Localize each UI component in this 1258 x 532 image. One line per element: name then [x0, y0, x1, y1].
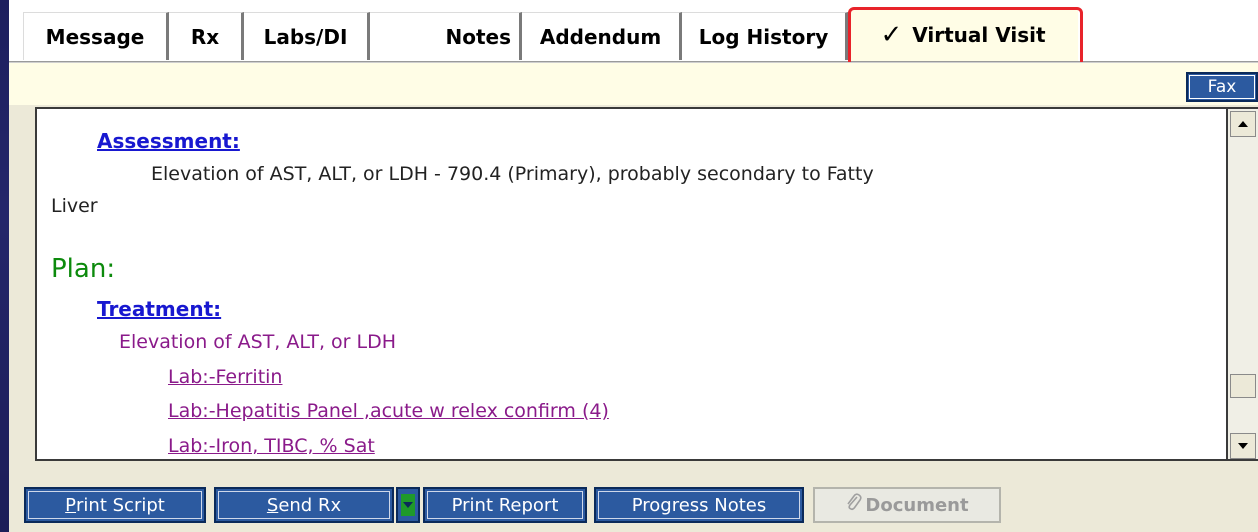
treatment-item: Elevation of AST, ALT, or LDH: [119, 331, 397, 353]
scroll-down-arrow-icon[interactable]: [1230, 433, 1256, 459]
tab-labs-di[interactable]: Labs/DI: [244, 12, 370, 60]
scroll-up-arrow-icon[interactable]: [1230, 111, 1256, 137]
print-report-label: Print Report: [451, 494, 559, 516]
print-script-label: rint Script: [76, 494, 165, 516]
tab-addendum-label: Addendum: [539, 24, 662, 49]
note-toolbar: [9, 62, 1258, 105]
tab-rx[interactable]: Rx: [169, 12, 244, 60]
treatment-heading[interactable]: Treatment:: [97, 297, 221, 321]
tab-virtual-visit-label: Virtual Visit: [912, 23, 1046, 47]
send-rx-mnemonic: S: [266, 494, 279, 516]
fax-button-label: Fax: [1207, 77, 1237, 97]
assessment-heading[interactable]: Assessment:: [97, 129, 240, 153]
print-script-mnemonic: P: [65, 494, 77, 516]
tab-addendum[interactable]: Addendum: [522, 12, 682, 60]
tab-notes-label: Notes: [445, 24, 511, 49]
document-button[interactable]: Document: [813, 487, 1001, 523]
assessment-text-line2: Liver: [51, 195, 98, 217]
plan-heading: Plan:: [51, 254, 116, 284]
print-report-button[interactable]: Print Report: [423, 487, 587, 523]
tab-strip: Message Rx Labs/DI Notes Addendum Log Hi…: [9, 0, 1258, 62]
tab-message[interactable]: Message: [23, 12, 169, 60]
scrollbar-thumb[interactable]: [1230, 374, 1256, 398]
tab-log-history[interactable]: Log History: [682, 12, 848, 60]
tab-labs-di-label: Labs/DI: [263, 24, 348, 49]
send-rx-button[interactable]: Send Rx: [214, 487, 394, 523]
fax-button[interactable]: Fax: [1186, 72, 1258, 102]
checkmark-icon: ✓: [880, 20, 903, 50]
order-item[interactable]: Lab:-Iron, TIBC, % Sat: [168, 435, 375, 457]
tab-virtual-visit[interactable]: ✓ Virtual Visit: [848, 9, 1078, 61]
note-content-pane[interactable]: Assessment: Elevation of AST, ALT, or LD…: [35, 107, 1228, 461]
print-script-button[interactable]: Print Script: [24, 487, 206, 523]
tab-notes[interactable]: Notes: [370, 12, 522, 60]
assessment-text-line1: Elevation of AST, ALT, or LDH - 790.4 (P…: [151, 163, 874, 185]
progress-notes-button[interactable]: Progress Notes: [594, 487, 804, 523]
send-rx-label: end Rx: [278, 494, 342, 516]
tab-rx-label: Rx: [190, 24, 220, 49]
note-window: Message Rx Labs/DI Notes Addendum Log Hi…: [9, 0, 1258, 532]
dropdown-arrow-icon: [401, 494, 415, 516]
order-item[interactable]: Lab:-Ferritin: [168, 366, 282, 388]
order-item[interactable]: Lab:-Hepatitis Panel ,acute w relex conf…: [168, 400, 609, 422]
progress-notes-label: Progress Notes: [631, 494, 767, 516]
tab-message-label: Message: [45, 24, 145, 49]
note-scrollbar[interactable]: [1228, 107, 1258, 461]
document-button-label: Document: [865, 494, 969, 516]
send-rx-dropdown-button[interactable]: [396, 487, 420, 523]
paperclip-icon: [845, 492, 863, 518]
tab-log-history-label: Log History: [698, 24, 829, 49]
